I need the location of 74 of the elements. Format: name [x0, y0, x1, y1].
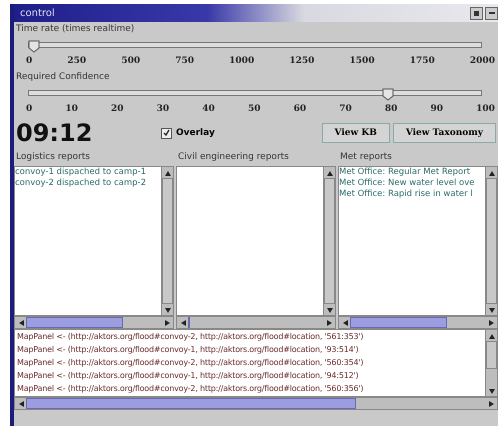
checkbox-label: Overlay	[176, 128, 215, 138]
vertical-scrollbar[interactable]	[323, 167, 335, 315]
log-entry: MapPanel <- (http://aktors.org/flood#convoy-2, http://aktors.org/flood#location, '561:353')	[17, 331, 364, 343]
up-arrow-icon[interactable]	[164, 168, 172, 176]
slider-label: Time rate (times realtime)	[15, 23, 136, 36]
tick-label: 20	[111, 104, 124, 116]
tick-label: 250	[67, 56, 86, 68]
down-arrow-icon[interactable]	[326, 306, 334, 314]
tick-label: 500	[121, 56, 140, 68]
right-arrow-icon[interactable]	[164, 318, 172, 326]
slider-track[interactable]	[28, 38, 482, 52]
dash-icon	[488, 12, 494, 14]
tick-label: 30	[156, 104, 170, 116]
tick-label: 90	[430, 104, 444, 116]
tick-label: 1000	[229, 56, 254, 68]
right-arrow-icon[interactable]	[488, 400, 496, 408]
tick-label: 1250	[289, 56, 314, 68]
slider-track[interactable]	[28, 86, 482, 100]
up-arrow-icon[interactable]	[488, 168, 496, 176]
tick-label: 70	[339, 104, 352, 116]
horizontal-scrollbar[interactable]	[176, 316, 336, 329]
log-entry: MapPanel <- (http://aktors.org/flood#convoy-1, http://aktors.org/flood#location, '93:514')	[17, 344, 360, 356]
tick-label: 2000	[470, 56, 495, 68]
left-arrow-icon[interactable]	[340, 318, 348, 326]
square-icon	[474, 10, 479, 16]
tick-label: 1500	[350, 56, 375, 68]
vertical-scrollbar[interactable]	[161, 167, 173, 315]
log-entry: MapPanel <- (http://aktors.org/flood#convoy-2, http://aktors.org/flood#location, '560:356')	[17, 383, 364, 395]
tick-label: 1750	[410, 56, 435, 68]
report-entry: Met Office: New water level ove	[339, 178, 476, 189]
tick-label: 40	[202, 104, 215, 116]
minimize-button[interactable]	[485, 6, 498, 20]
panel-title: Met reports	[339, 152, 393, 164]
down-arrow-icon[interactable]	[488, 386, 496, 394]
slider-thumb[interactable]	[382, 86, 394, 99]
up-arrow-icon[interactable]	[488, 332, 496, 340]
tick-label: 60	[294, 104, 306, 116]
report-entry: convoy-1 dispached to camp-1	[15, 167, 147, 178]
report-entry: Met Office: Regular Met Report	[339, 167, 472, 178]
up-arrow-icon[interactable]	[326, 168, 334, 176]
report-entry: Met Office: Rapid rise in water l	[339, 189, 474, 200]
left-arrow-icon[interactable]	[16, 400, 24, 408]
horizontal-scrollbar[interactable]	[14, 316, 174, 329]
horizontal-scrollbar[interactable]	[14, 397, 498, 410]
clock-time: 09:12	[16, 119, 94, 147]
tick-label: 80	[384, 104, 398, 116]
slider-label: Required Confidence	[15, 71, 111, 84]
maximize-button[interactable]	[470, 6, 483, 20]
slider-thumb[interactable]	[28, 38, 40, 51]
horizontal-scrollbar[interactable]	[338, 316, 498, 329]
log-entry: MapPanel <- (http://aktors.org/flood#convoy-1, http://aktors.org/flood#location, '94:512')	[17, 370, 360, 382]
right-arrow-icon[interactable]	[488, 318, 496, 326]
tick-label: 0	[26, 56, 32, 68]
log-entry: MapPanel <- (http://aktors.org/flood#convoy-2, http://aktors.org/flood#location, '560:354')	[17, 357, 364, 369]
vertical-scrollbar[interactable]	[485, 330, 497, 396]
panel-title: Logistics reports	[15, 152, 91, 164]
left-arrow-icon[interactable]	[178, 318, 186, 326]
window-title: control	[20, 8, 55, 18]
report-entry: convoy-2 dispached to camp-2	[15, 178, 147, 189]
panel-title: Civil engineering reports	[177, 152, 290, 164]
down-arrow-icon[interactable]	[164, 306, 172, 314]
checkmark-icon	[163, 128, 170, 136]
view-button[interactable]: View Taxonomy	[392, 123, 496, 143]
right-arrow-icon[interactable]	[326, 318, 334, 326]
view-button[interactable]: View KB	[322, 123, 390, 143]
tick-label: 50	[248, 104, 260, 116]
tick-label: 10	[65, 104, 78, 116]
tick-label: 100	[476, 104, 495, 116]
left-arrow-icon[interactable]	[16, 318, 24, 326]
down-arrow-icon[interactable]	[488, 306, 496, 314]
tick-label: 0	[26, 104, 32, 116]
tick-label: 750	[175, 56, 194, 68]
overlay-checkbox[interactable]: Overlay	[161, 128, 311, 138]
vertical-scrollbar[interactable]	[485, 167, 497, 315]
